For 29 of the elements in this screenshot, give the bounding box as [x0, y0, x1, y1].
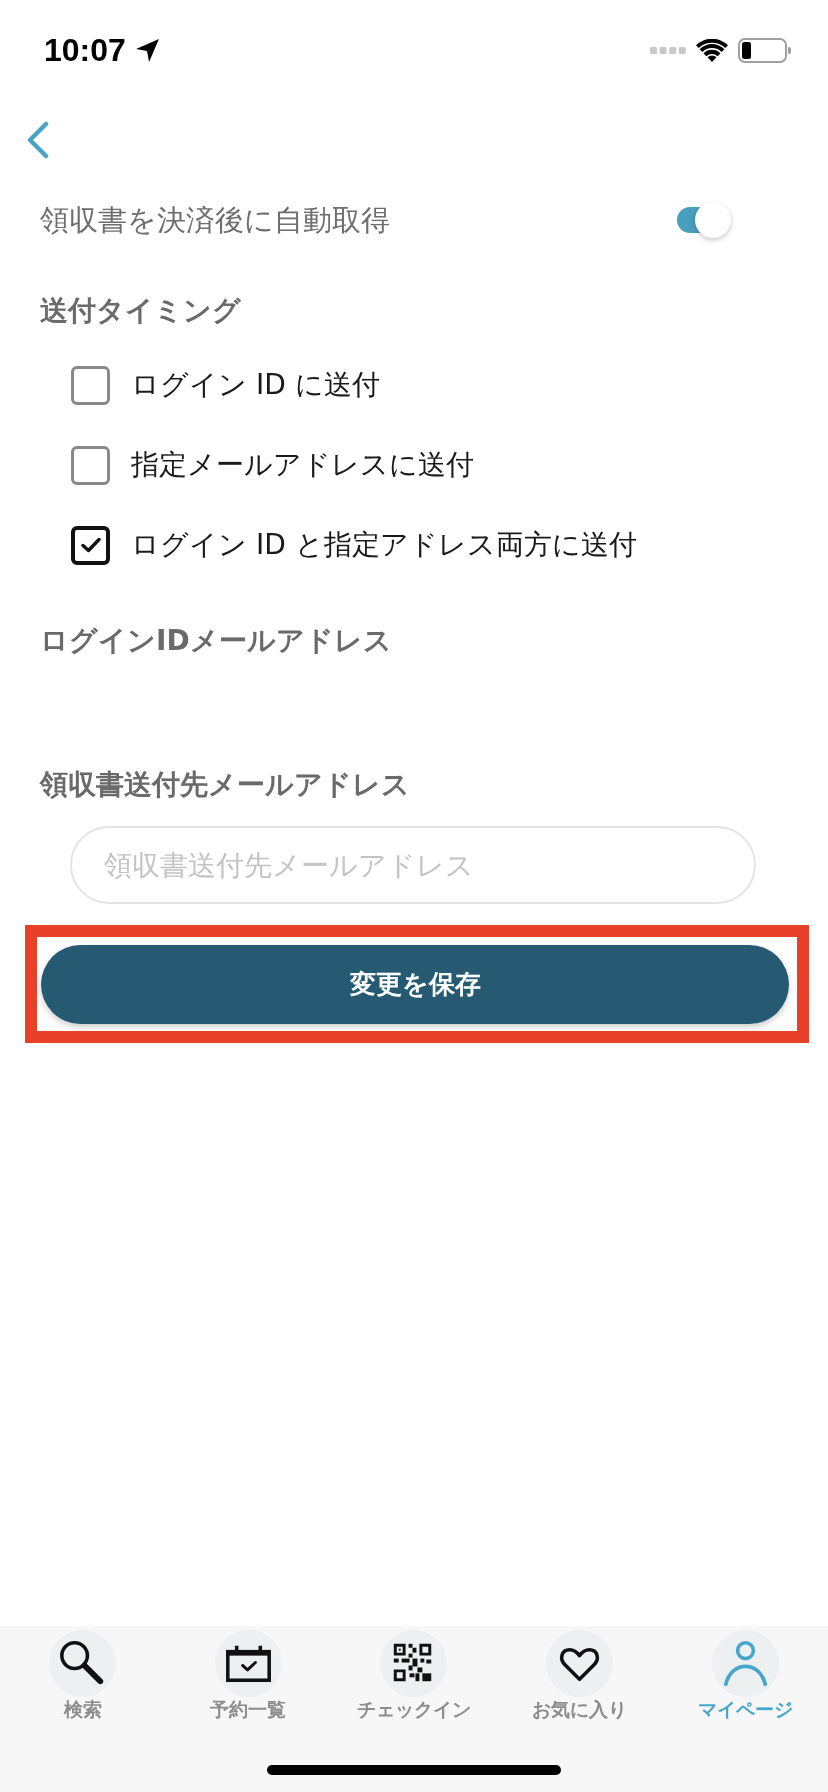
section-heading: ログインIDメールアドレス [39, 623, 393, 659]
qr-code-icon [380, 1630, 448, 1697]
tab-button[interactable]: 予約一覧 [165, 1630, 332, 1721]
battery-icon [738, 37, 791, 63]
option-label: ログイン ID と指定アドレス両方に送付 [131, 527, 637, 563]
section-heading: 送付タイミング [39, 293, 242, 329]
check-icon [80, 537, 101, 553]
tab-button[interactable]: チェックイン [331, 1630, 497, 1721]
signal-icon [650, 46, 686, 54]
email-input[interactable]: 領収書送付先メールアドレス [70, 826, 756, 904]
back-icon[interactable] [26, 121, 50, 159]
checkbox[interactable] [71, 365, 110, 405]
person-icon [711, 1630, 779, 1697]
status-time: 10:07 [44, 32, 126, 68]
calendar-check-icon [214, 1630, 282, 1697]
search-icon [49, 1630, 117, 1697]
tab-button[interactable]: 検索 [0, 1630, 166, 1721]
section-heading: 領収書送付先メールアドレス [38, 767, 411, 803]
toggle-switch[interactable] [675, 202, 731, 238]
option-label: ログイン ID に送付 [131, 367, 380, 403]
option-label: 指定メールアドレスに送付 [131, 447, 474, 483]
wifi-icon [696, 38, 728, 62]
save-button[interactable]: 変更を保存 [41, 945, 789, 1024]
location-arrow-icon [134, 37, 160, 63]
setting-label: 領収書を決済後に自動取得 [40, 202, 390, 239]
tab-button[interactable]: マイページ [662, 1630, 828, 1721]
tab-button[interactable]: お気に入り [496, 1630, 663, 1721]
checkbox[interactable] [71, 525, 110, 565]
checkbox[interactable] [71, 445, 110, 485]
